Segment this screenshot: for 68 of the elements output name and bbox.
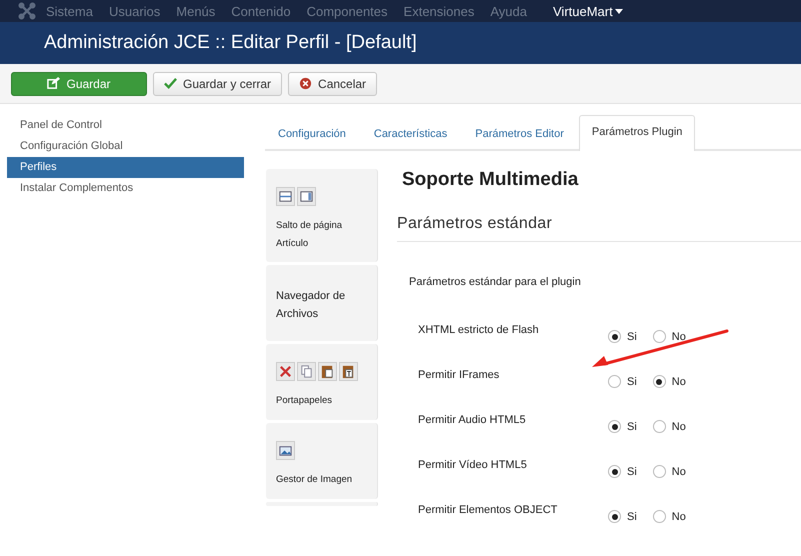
menu-item[interactable]: Contenido [231,4,291,18]
caret-icon [614,8,623,14]
radio-button[interactable] [608,510,621,523]
save-button[interactable]: Guardar y cerrar [153,72,282,96]
plugin-label: Gestor de Imagen [276,474,354,486]
plugin-card[interactable]: Navegador de Archivos [266,265,378,341]
radio-label: Si [627,510,637,522]
radio-button[interactable] [608,375,621,388]
radio-label: No [672,330,686,342]
menu-item[interactable]: Ayuda [490,4,527,18]
plugin-card[interactable]: Gestor de Imagen [266,423,378,499]
sidebar-item[interactable]: Perfiles [7,157,244,178]
save-button[interactable]: Guardar [11,72,147,96]
menu-item[interactable]: Menús [176,4,216,18]
page-title: Administración JCE :: Editar Perfil - [Default] [44,32,417,54]
tab[interactable]: Configuración [265,117,359,151]
radio-label: Si [627,376,637,388]
radio-label: No [672,376,686,388]
sidebar-item[interactable]: Instalar Complementos [7,178,244,199]
menu-item[interactable]: Usuarios [108,4,160,18]
plugin-label: Artículo [276,238,310,250]
option-label: Permitir Audio HTML5 [418,414,527,426]
menu-item[interactable]: Extensiones [404,4,474,18]
plugin-card[interactable]: Salto de página Artículo [266,169,378,262]
section-title: Soporte Multimedia [401,169,580,191]
radio-button[interactable] [652,375,666,388]
plugin-label: Navegador de Archivos [276,289,346,322]
check-icon [164,77,177,90]
option-label: XHTML estricto de Flash [418,324,540,336]
tab[interactable]: Parámetros Editor [462,117,577,151]
edit-icon [47,77,60,90]
page-break-icon[interactable] [278,189,293,204]
radio-button[interactable] [608,465,621,478]
radio-button[interactable] [652,330,666,343]
radio-label: No [672,510,686,522]
menu-item[interactable]: Componentes [306,4,388,18]
radio-button[interactable] [608,420,621,433]
radio-button[interactable] [652,420,666,433]
joomla-logo-icon[interactable] [18,2,36,20]
radio-label: Si [627,466,637,478]
radio-label: No [672,466,686,478]
radio-button[interactable] [652,465,666,478]
radio-button[interactable] [652,510,666,523]
plugin-card[interactable]: Portapapeles [266,344,378,420]
scissors-icon[interactable] [278,364,293,379]
radio-label: Si [627,330,637,342]
tab[interactable]: Parámetros Plugin [578,115,696,151]
user-menu[interactable]: VirtueMart [553,4,623,18]
option-label: Permitir IFrames [418,369,500,381]
cancel-icon [299,77,312,90]
radio-button[interactable] [608,330,621,343]
option-label: Permitir Elementos OBJECT [418,504,558,516]
menu-item[interactable]: Sistema [46,4,93,18]
radio-label: Si [627,420,637,432]
article-icon[interactable] [299,189,314,204]
plugin-label: Portapapeles [276,395,333,407]
tab[interactable]: Características [360,117,460,151]
section-heading: Parámetros estándar [397,215,801,242]
clipboard-icon[interactable] [320,364,335,379]
sidebar-item[interactable]: Configuración Global [7,136,244,157]
copy-icon[interactable] [299,364,314,379]
plugin-label: Salto de página [276,220,344,232]
radio-label: No [672,420,686,432]
sidebar-item[interactable]: Panel de Control [7,115,244,136]
cancel-button[interactable]: Cancelar [288,72,378,96]
clipboard-text-icon[interactable] [341,364,356,379]
subsection-label: Parámetros estándar para el plugin [409,276,582,288]
option-label: Permitir Vídeo HTML5 [418,459,528,471]
